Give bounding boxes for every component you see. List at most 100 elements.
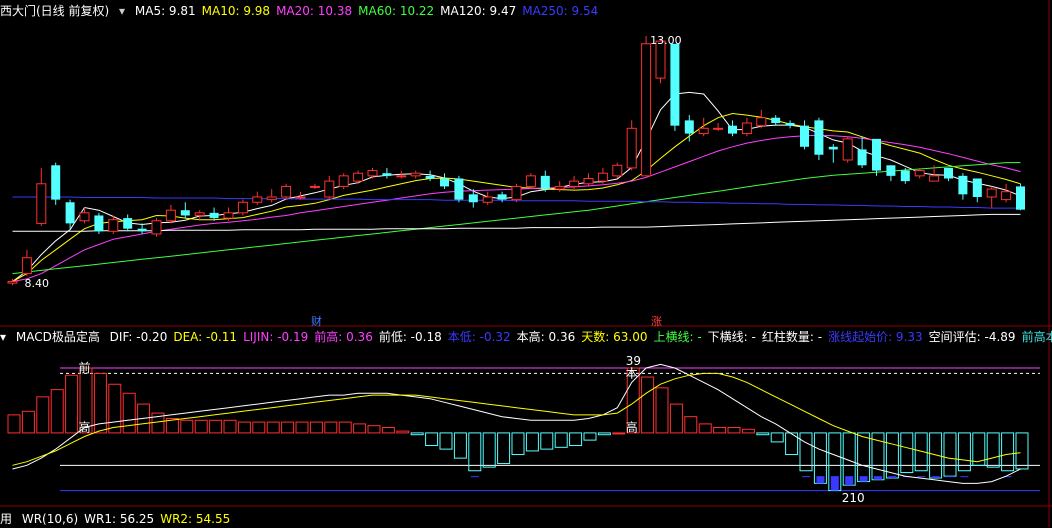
candle-body bbox=[324, 180, 335, 198]
macd-legend-item-4: 前低: -0.18 bbox=[378, 330, 442, 344]
candle-body bbox=[65, 202, 75, 224]
candle-body bbox=[641, 43, 652, 177]
candle-body bbox=[1016, 186, 1025, 210]
candle-body bbox=[540, 175, 550, 190]
candle-body bbox=[21, 257, 32, 275]
macd-bar bbox=[597, 432, 611, 436]
candle-body bbox=[828, 146, 838, 150]
macd-bar bbox=[65, 374, 79, 434]
macd-annotation-2: 本 bbox=[626, 366, 638, 380]
candle-body bbox=[410, 172, 421, 177]
macd-bar-blue bbox=[888, 476, 897, 478]
candle-body bbox=[626, 127, 637, 169]
macd-bar bbox=[511, 432, 525, 456]
candle-body bbox=[79, 212, 90, 222]
macd-bar bbox=[569, 432, 583, 447]
macd-legend-item-0: DIF: -0.20 bbox=[109, 330, 168, 344]
candle-body bbox=[972, 178, 982, 197]
macd-bar bbox=[410, 432, 424, 436]
event-marker-cai[interactable]: 财 bbox=[311, 313, 322, 329]
ma-legend-item-4: MA120: 9.47 bbox=[440, 4, 517, 18]
macd-bar bbox=[554, 432, 568, 448]
macd-legend-item-11: 涨线起始价: 9.33 bbox=[828, 330, 923, 344]
macd-bar-blue bbox=[960, 476, 969, 478]
candle-body bbox=[728, 125, 737, 134]
candle-body bbox=[800, 125, 809, 147]
macd-bar bbox=[324, 421, 338, 434]
macd-bar bbox=[583, 432, 597, 441]
sub-header: ▾ MACD极品定高 DIF: -0.20 DEA: -0.11 LIJIN: -0… bbox=[0, 328, 1052, 346]
macd-legend-item-10: 红柱数量: - bbox=[761, 330, 823, 344]
macd-bar bbox=[7, 414, 21, 434]
candle-body bbox=[771, 117, 781, 124]
candle-body bbox=[670, 43, 680, 126]
candle-body bbox=[36, 183, 47, 224]
candle-body bbox=[612, 164, 623, 177]
candle-body bbox=[151, 220, 162, 235]
macd-bar bbox=[367, 425, 381, 434]
candle-body bbox=[266, 196, 277, 201]
macd-annotation-5: 210 bbox=[842, 491, 865, 505]
wr-legend-item-1: WR1: 56.25 bbox=[84, 512, 155, 526]
candle-body bbox=[281, 185, 292, 198]
ma-legend-item-0: MA5: 9.81 bbox=[134, 4, 196, 18]
candle-body bbox=[440, 178, 449, 187]
macd-bar bbox=[36, 396, 50, 434]
candle-body bbox=[872, 138, 881, 171]
macd-bar bbox=[439, 432, 453, 450]
candle-body bbox=[511, 185, 522, 201]
macd-bar bbox=[353, 423, 367, 434]
footer-watermark: 用 bbox=[0, 512, 13, 526]
candle-body bbox=[1001, 191, 1012, 201]
macd-bar bbox=[281, 421, 295, 434]
wr-legend-item-0: WR(10,6) bbox=[21, 512, 79, 526]
candle-body bbox=[7, 281, 18, 284]
macd-bar bbox=[497, 432, 511, 465]
sub-title: MACD极品定高 bbox=[15, 330, 100, 344]
macd-legend-item-13: 前高本高二分位: - bbox=[1021, 330, 1052, 344]
candle-body bbox=[482, 196, 493, 203]
macd-bar bbox=[309, 421, 323, 434]
candle-body bbox=[252, 196, 263, 203]
candle-body bbox=[958, 175, 968, 195]
candle-body bbox=[698, 127, 709, 135]
macd-legend-item-1: DEA: -0.11 bbox=[173, 330, 238, 344]
candle-body bbox=[785, 123, 795, 126]
macd-annotation-0: 前 bbox=[79, 360, 91, 375]
macd-legend-item-7: 天数: 63.00 bbox=[581, 330, 648, 344]
ma-line-ma20 bbox=[12, 134, 1021, 282]
macd-bar-blue bbox=[917, 476, 926, 478]
macd-bar bbox=[338, 421, 352, 434]
ma-legend: MA5: 9.81 MA10: 9.98 MA20: 10.38 MA60: 10.2… bbox=[135, 4, 604, 18]
macd-bar-blue bbox=[931, 476, 940, 478]
macd-bar bbox=[813, 432, 827, 484]
macd-bar-blue bbox=[946, 476, 954, 478]
macd-legend-item-9: 下横线: - bbox=[707, 330, 756, 344]
macd-bar-blue bbox=[830, 476, 839, 491]
macd-legend-item-2: LIJIN: -0.19 bbox=[243, 330, 309, 344]
main-menu-icon[interactable]: ▾ bbox=[119, 4, 125, 18]
macd-bar bbox=[943, 432, 957, 477]
macd-bar bbox=[900, 432, 914, 474]
candle-body bbox=[367, 170, 378, 177]
event-marker-zhang[interactable]: 涨 bbox=[651, 313, 662, 329]
footer-header: 用 WR(10,6) WR1: 56.25 WR2: 54.55 bbox=[0, 510, 1052, 528]
macd-bar-blue bbox=[859, 476, 868, 482]
macd-bar bbox=[180, 419, 194, 434]
candle-body bbox=[194, 212, 205, 216]
macd-bar bbox=[50, 389, 64, 434]
macd-bar bbox=[108, 383, 122, 434]
macd-annotation-4: 39 bbox=[626, 354, 641, 368]
macd-bar bbox=[612, 432, 626, 435]
macd-bar-blue bbox=[816, 476, 825, 484]
macd-bar bbox=[756, 432, 770, 436]
macd-bar bbox=[770, 432, 784, 443]
candle-body bbox=[929, 175, 940, 182]
macd-bar bbox=[21, 410, 35, 434]
candle-body bbox=[237, 201, 248, 214]
main-title: 西大门(日线 前复权) bbox=[0, 4, 110, 18]
candle-body bbox=[569, 180, 580, 187]
sub-menu-icon[interactable]: ▾ bbox=[0, 330, 6, 344]
macd-bar bbox=[655, 387, 669, 434]
macd-bar bbox=[741, 428, 755, 434]
